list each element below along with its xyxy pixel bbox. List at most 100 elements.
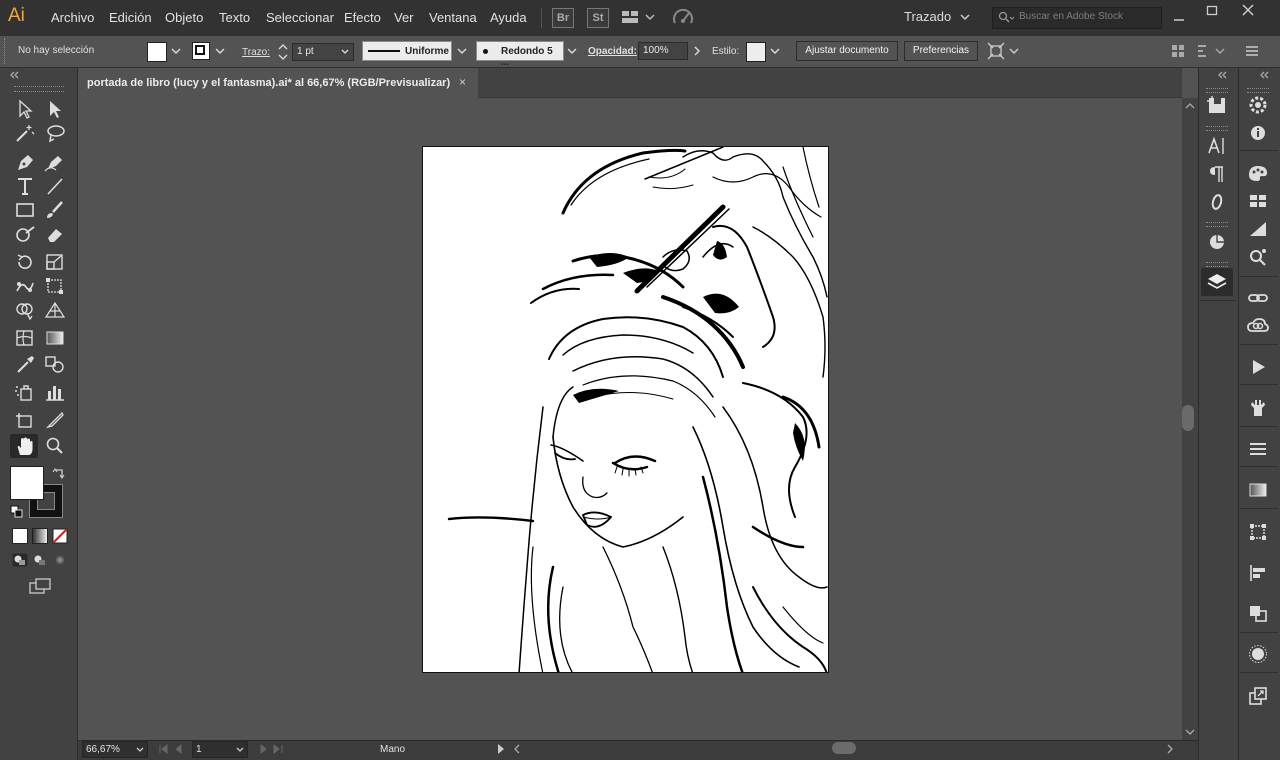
gradient-tool-icon[interactable] bbox=[42, 327, 68, 349]
perspective-grid-tool-icon[interactable] bbox=[42, 299, 68, 321]
menu-ver[interactable]: Ver bbox=[394, 10, 414, 25]
cc-libraries-panel-icon[interactable] bbox=[1245, 314, 1271, 338]
transform-panel-dock-icon[interactable] bbox=[1245, 520, 1271, 544]
color-guide-panel-icon[interactable] bbox=[1204, 230, 1230, 254]
stroke-dropdown-chevron-icon[interactable] bbox=[214, 45, 226, 57]
scroll-left-icon[interactable] bbox=[512, 743, 522, 755]
draw-inside-icon[interactable] bbox=[52, 553, 68, 567]
scroll-up-icon[interactable] bbox=[1185, 102, 1195, 110]
control-bar-menu-icon[interactable] bbox=[1244, 43, 1260, 59]
variable-width-profile[interactable]: Uniforme bbox=[362, 41, 452, 61]
stock-button[interactable]: St bbox=[587, 8, 609, 28]
none-mode-button[interactable] bbox=[52, 528, 68, 544]
menu-ayuda[interactable]: Ayuda bbox=[490, 10, 527, 25]
opacity-arrow-icon[interactable] bbox=[692, 45, 702, 57]
profile-dropdown-chevron-icon[interactable] bbox=[456, 45, 468, 57]
stroke-panel-icon[interactable] bbox=[1245, 437, 1271, 461]
menu-edicion[interactable]: Edición bbox=[109, 10, 152, 25]
document-tab[interactable]: portada de libro (lucy y el fantasma).ai… bbox=[78, 68, 478, 98]
scale-tool-icon[interactable] bbox=[42, 251, 68, 273]
document-tab-close-icon[interactable]: × bbox=[459, 75, 466, 89]
blend-tool-icon[interactable] bbox=[42, 353, 68, 375]
info-panel-icon[interactable] bbox=[1245, 121, 1271, 145]
rectangle-tool-icon[interactable] bbox=[12, 199, 38, 221]
artboard[interactable] bbox=[422, 146, 829, 673]
brushes-panel-icon[interactable] bbox=[1245, 217, 1271, 241]
artboard-tool-icon[interactable] bbox=[12, 409, 38, 431]
appearance-panel-icon[interactable] bbox=[1245, 642, 1271, 666]
collapse-dock-2-icon[interactable] bbox=[1258, 70, 1270, 80]
draw-behind-icon[interactable] bbox=[32, 553, 48, 567]
menu-objeto[interactable]: Objeto bbox=[165, 10, 203, 25]
close-window-button[interactable] bbox=[1242, 4, 1254, 16]
maximize-button[interactable] bbox=[1206, 5, 1218, 17]
fill-dropdown-chevron-icon[interactable] bbox=[170, 45, 182, 57]
vertical-scroll-thumb[interactable] bbox=[1182, 405, 1194, 431]
graphic-style-swatch[interactable] bbox=[746, 42, 766, 62]
minimize-button[interactable] bbox=[1173, 10, 1185, 22]
status-menu-arrow-icon[interactable] bbox=[496, 743, 506, 755]
gpu-performance-icon[interactable] bbox=[671, 7, 695, 29]
magic-wand-tool-icon[interactable] bbox=[12, 122, 38, 144]
eyedropper-tool-icon[interactable] bbox=[12, 353, 38, 375]
color-panel-icon[interactable] bbox=[1245, 161, 1271, 185]
symbols-panel-icon[interactable] bbox=[1245, 245, 1271, 269]
menu-efecto[interactable]: Efecto bbox=[344, 10, 381, 25]
align-panel-icon[interactable] bbox=[1170, 43, 1186, 59]
paintbrush-tool-icon[interactable] bbox=[42, 199, 68, 221]
type-tool-icon[interactable] bbox=[12, 175, 38, 197]
pathfinder-panel-icon[interactable] bbox=[1245, 601, 1271, 625]
stroke-stepper-icon[interactable] bbox=[276, 42, 290, 62]
align-panel-dock-icon[interactable] bbox=[1245, 561, 1271, 585]
column-graph-tool-icon[interactable] bbox=[42, 381, 68, 403]
last-artboard-icon[interactable] bbox=[256, 743, 286, 755]
opacity-label[interactable]: Opacidad: bbox=[588, 46, 637, 57]
swatches-panel-icon[interactable] bbox=[1245, 189, 1271, 213]
dock-grip[interactable] bbox=[1206, 222, 1228, 227]
arrange-documents-icon[interactable] bbox=[621, 9, 655, 25]
curvature-tool-icon[interactable] bbox=[42, 151, 68, 173]
character-panel-icon[interactable] bbox=[1204, 134, 1230, 158]
brush-dropdown-chevron-icon[interactable] bbox=[566, 45, 578, 57]
rotate-tool-icon[interactable] bbox=[12, 251, 38, 273]
hand-tool-icon[interactable] bbox=[12, 435, 38, 457]
draw-normal-icon[interactable] bbox=[12, 553, 28, 567]
selection-tool-icon[interactable] bbox=[12, 98, 38, 120]
stroke-weight-field[interactable]: 1 pt bbox=[276, 42, 356, 62]
isolate-selection-icon[interactable] bbox=[986, 41, 1020, 61]
eraser-tool-icon[interactable] bbox=[42, 223, 68, 245]
fill-swatch[interactable] bbox=[147, 42, 167, 62]
paragraph-panel-icon[interactable] bbox=[1204, 162, 1230, 186]
zoom-tool-icon[interactable] bbox=[42, 435, 68, 457]
direct-selection-tool-icon[interactable] bbox=[42, 98, 68, 120]
gradient-panel-icon[interactable] bbox=[1245, 478, 1271, 502]
properties-gear-icon[interactable] bbox=[1245, 93, 1271, 117]
scroll-down-icon[interactable] bbox=[1185, 728, 1195, 736]
symbol-sprayer-tool-icon[interactable] bbox=[12, 381, 38, 403]
menu-seleccionar[interactable]: Seleccionar bbox=[266, 10, 334, 25]
shaper-tool-icon[interactable] bbox=[12, 223, 38, 245]
fit-document-button[interactable]: Ajustar documento bbox=[796, 41, 898, 61]
control-bar-grip[interactable] bbox=[4, 38, 9, 64]
transform-panel-icon[interactable] bbox=[1196, 43, 1226, 59]
stroke-swatch[interactable] bbox=[192, 42, 210, 60]
brush-definition[interactable]: Redondo 5 ... bbox=[476, 41, 564, 68]
zoom-field[interactable]: 66,67% bbox=[82, 741, 148, 758]
swap-fill-stroke-icon[interactable] bbox=[52, 466, 66, 480]
preferences-button[interactable]: Preferencias bbox=[904, 41, 978, 61]
artboard-navigator[interactable]: 1 bbox=[192, 741, 248, 758]
color-mode-button[interactable] bbox=[12, 528, 28, 544]
first-artboard-icon[interactable] bbox=[158, 743, 188, 755]
puppet-warp-tool-icon[interactable] bbox=[12, 275, 38, 297]
actions-panel-icon[interactable] bbox=[1245, 355, 1271, 379]
opentype-panel-icon[interactable] bbox=[1204, 190, 1230, 214]
line-segment-tool-icon[interactable] bbox=[42, 175, 68, 197]
collapse-tools-icon[interactable] bbox=[8, 70, 20, 80]
bridge-button[interactable]: Br bbox=[552, 8, 574, 28]
menu-texto[interactable]: Texto bbox=[219, 10, 250, 25]
scroll-right-icon[interactable] bbox=[1165, 743, 1175, 755]
horizontal-scroll-thumb[interactable] bbox=[832, 742, 856, 754]
collapse-dock-icon[interactable] bbox=[1216, 70, 1228, 80]
tools-grip[interactable] bbox=[14, 86, 64, 92]
pen-tool-icon[interactable] bbox=[12, 151, 38, 173]
